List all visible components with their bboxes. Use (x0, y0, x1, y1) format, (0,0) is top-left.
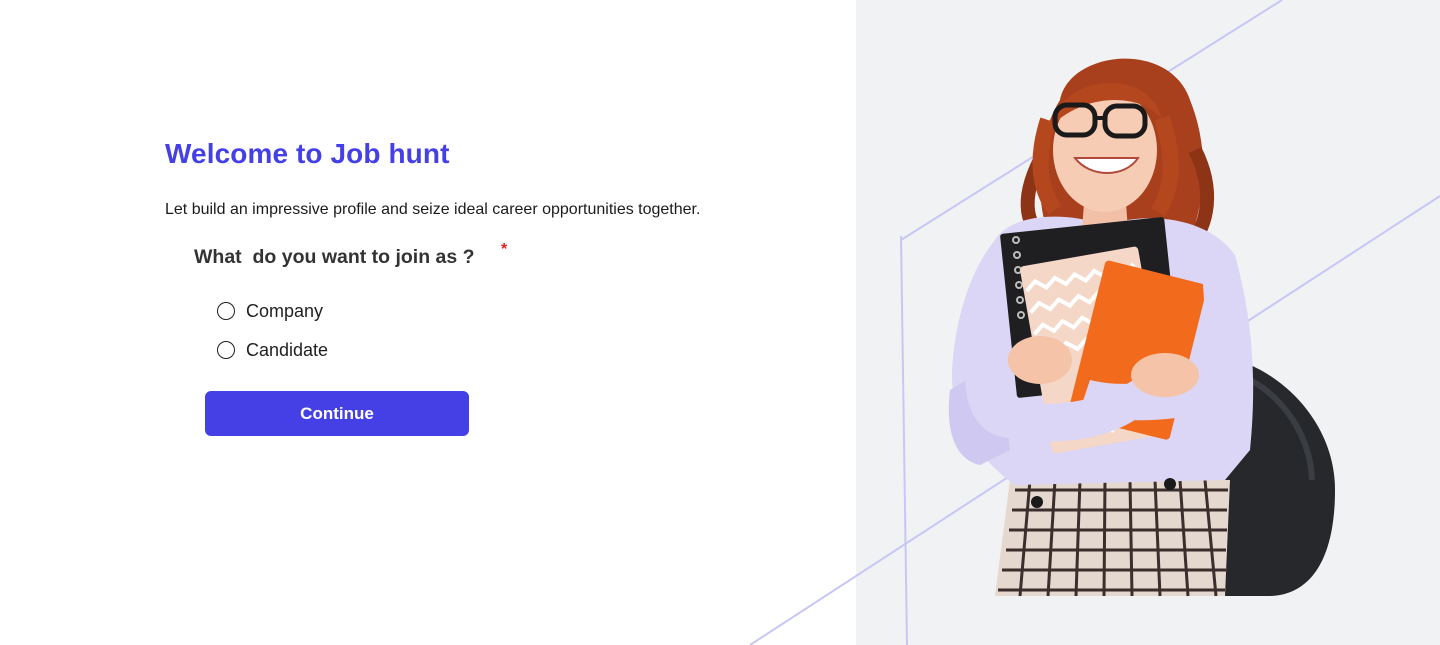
radio-label-candidate[interactable]: Candidate (246, 340, 328, 361)
continue-button[interactable]: Continue (205, 391, 469, 436)
page-title: Welcome to Job hunt (165, 138, 450, 169)
student-illustration (948, 58, 1335, 597)
join-as-question: What do you want to join as ? (194, 246, 475, 268)
radio-option-company[interactable]: Company (217, 300, 323, 322)
radio-button-company[interactable] (217, 302, 235, 320)
radio-button-candidate[interactable] (217, 341, 235, 359)
required-asterisk: * (501, 241, 508, 258)
page-subtitle: Let build an impressive profile and seiz… (165, 201, 701, 218)
radio-label-company[interactable]: Company (246, 301, 323, 322)
radio-option-candidate[interactable]: Candidate (217, 339, 328, 361)
